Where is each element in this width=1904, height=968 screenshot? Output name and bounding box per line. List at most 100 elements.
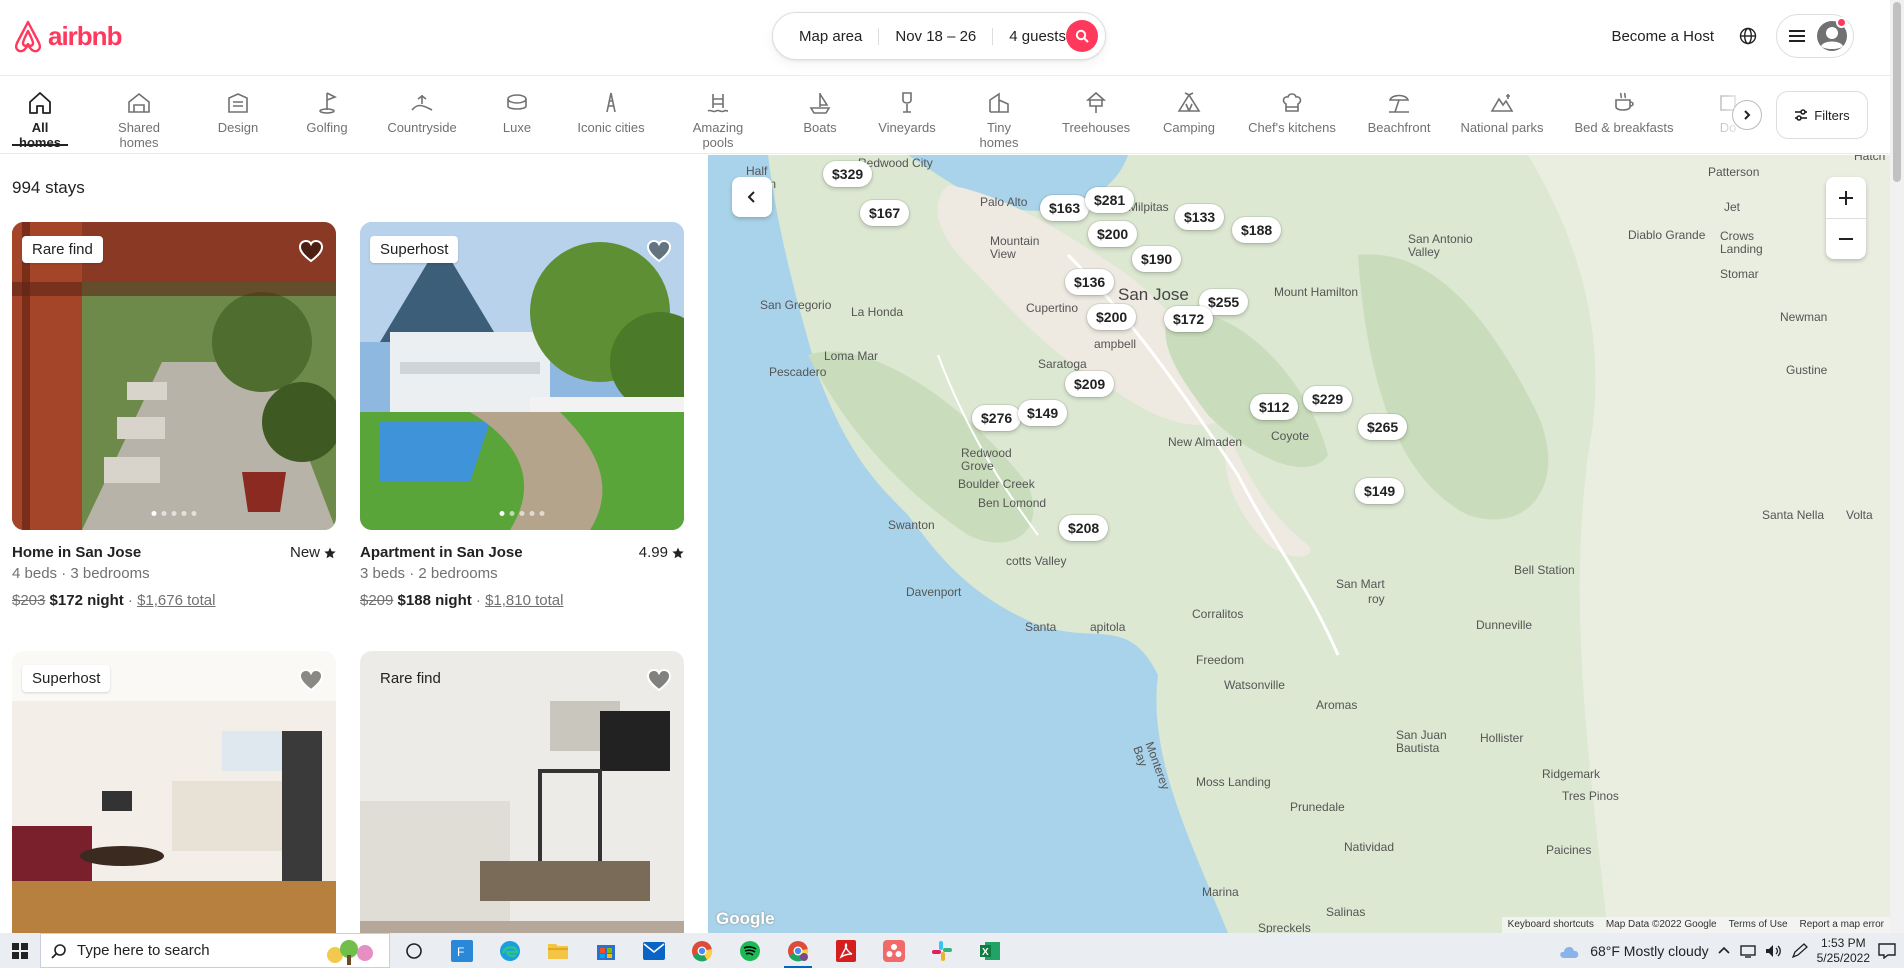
taskbar-files[interactable]: F bbox=[438, 933, 486, 968]
category-vineyards[interactable]: Vineyards bbox=[878, 90, 936, 154]
price-pin[interactable]: $276 bbox=[972, 405, 1022, 431]
price-pin[interactable]: $172 bbox=[1164, 306, 1214, 332]
heart-icon[interactable] bbox=[646, 667, 672, 693]
star-icon bbox=[672, 547, 684, 558]
report-error-link[interactable]: Report a map error bbox=[1800, 919, 1884, 931]
heart-icon[interactable] bbox=[298, 238, 324, 264]
page-scrollbar[interactable] bbox=[1890, 0, 1904, 940]
taskbar-edge[interactable] bbox=[486, 933, 534, 968]
category-bed-breakfasts[interactable]: Bed & breakfasts bbox=[1574, 90, 1674, 154]
taskbar-file-explorer[interactable] bbox=[534, 933, 582, 968]
category-iconic-cities[interactable]: Iconic cities bbox=[576, 90, 646, 154]
clock[interactable]: 1:53 PM 5/25/2022 bbox=[1817, 936, 1870, 966]
search-location[interactable]: Map area bbox=[783, 28, 878, 45]
header-actions: Become a Host bbox=[1597, 14, 1854, 58]
treehouse-icon bbox=[1085, 91, 1107, 113]
user-menu-button[interactable] bbox=[1776, 14, 1854, 58]
heart-icon[interactable] bbox=[646, 238, 672, 264]
terms-link[interactable]: Terms of Use bbox=[1729, 919, 1788, 931]
price-pin[interactable]: $133 bbox=[1175, 204, 1225, 230]
category-design[interactable]: Design bbox=[216, 90, 260, 154]
price-pin[interactable]: $281 bbox=[1085, 187, 1135, 213]
price-pin[interactable]: $136 bbox=[1065, 269, 1115, 295]
taskbar-mail[interactable] bbox=[630, 933, 678, 968]
map-label: Bell Station bbox=[1514, 563, 1575, 577]
taskbar-search[interactable]: Type here to search bbox=[40, 933, 390, 968]
taskbar-acrobat[interactable] bbox=[822, 933, 870, 968]
scrollbar-thumb[interactable] bbox=[1893, 2, 1901, 182]
price-pin[interactable]: $149 bbox=[1355, 478, 1405, 504]
total-price-link[interactable]: $1,676 total bbox=[137, 592, 215, 609]
taskbar-chrome[interactable] bbox=[678, 933, 726, 968]
total-price-link[interactable]: $1,810 total bbox=[485, 592, 563, 609]
map-label: Hollister bbox=[1480, 731, 1524, 745]
map-panel[interactable]: Redwood City Half Moon Bay Palo Alto Mil… bbox=[708, 155, 1890, 933]
listing-card[interactable]: Rare find bbox=[360, 651, 684, 933]
globe-icon bbox=[1739, 27, 1757, 45]
listing-card[interactable]: Superhost bbox=[12, 651, 336, 933]
category-all-homes[interactable]: All homes bbox=[12, 90, 68, 154]
category-golfing[interactable]: Golfing bbox=[304, 90, 350, 154]
taskbar-store[interactable] bbox=[582, 933, 630, 968]
price-pin[interactable]: $329 bbox=[823, 161, 873, 187]
chevron-up-icon[interactable] bbox=[1717, 944, 1731, 958]
start-button[interactable] bbox=[0, 933, 40, 968]
notifications-icon[interactable] bbox=[1878, 942, 1896, 959]
category-national-parks[interactable]: National parks bbox=[1460, 90, 1544, 154]
network-icon[interactable] bbox=[1739, 944, 1757, 958]
language-button[interactable] bbox=[1728, 16, 1768, 56]
search-dates[interactable]: Nov 18 – 26 bbox=[878, 27, 992, 45]
taskbar-chrome-profile[interactable] bbox=[774, 933, 822, 968]
filters-button[interactable]: Filters bbox=[1776, 91, 1868, 139]
category-chefs-kitchens[interactable]: Chef's kitchens bbox=[1248, 90, 1336, 154]
category-amazing-pools[interactable]: Amazing pools bbox=[676, 90, 760, 154]
zoom-in-button[interactable] bbox=[1826, 177, 1866, 218]
taskbar-slack[interactable] bbox=[918, 933, 966, 968]
map-label: Palo Alto bbox=[980, 195, 1028, 209]
airbnb-logo[interactable]: airbnb bbox=[12, 18, 122, 54]
category-next-button[interactable] bbox=[1732, 100, 1762, 130]
price-pin[interactable]: $229 bbox=[1303, 386, 1353, 412]
heart-icon[interactable] bbox=[298, 667, 324, 693]
price-pin[interactable]: $209 bbox=[1065, 371, 1115, 397]
price-pin[interactable]: $208 bbox=[1059, 515, 1109, 541]
weather-text[interactable]: 68°F Mostly cloudy bbox=[1590, 943, 1708, 959]
category-treehouses[interactable]: Treehouses bbox=[1062, 90, 1130, 154]
taskbar-excel[interactable]: X bbox=[966, 933, 1014, 968]
price-pin[interactable]: $190 bbox=[1132, 246, 1182, 272]
listing-photo[interactable]: Superhost bbox=[12, 651, 336, 933]
price-pin[interactable]: $149 bbox=[1018, 400, 1068, 426]
category-shared-homes[interactable]: Shared homes bbox=[98, 90, 180, 154]
price-pin[interactable]: $167 bbox=[860, 200, 910, 226]
listing-card[interactable]: Superhost Apartment in San Jose 4.99 3 b… bbox=[360, 222, 684, 609]
price-pin[interactable]: $163 bbox=[1040, 195, 1090, 221]
zoom-out-button[interactable] bbox=[1826, 218, 1866, 259]
price-pin[interactable]: $200 bbox=[1087, 304, 1137, 330]
keyboard-shortcuts-link[interactable]: Keyboard shortcuts bbox=[1508, 919, 1594, 931]
category-tiny-homes[interactable]: Tiny homes bbox=[966, 90, 1032, 154]
price-pin[interactable]: $200 bbox=[1088, 221, 1138, 247]
search-button[interactable] bbox=[1066, 20, 1098, 52]
category-beachfront[interactable]: Beachfront bbox=[1366, 90, 1432, 154]
become-host-link[interactable]: Become a Host bbox=[1597, 18, 1728, 55]
search-bar[interactable]: Map area Nov 18 – 26 4 guests bbox=[772, 12, 1106, 60]
taskbar-asana[interactable] bbox=[870, 933, 918, 968]
listing-card[interactable]: Rare find Home in San Jose New 4 beds · … bbox=[12, 222, 336, 609]
category-luxe[interactable]: Luxe bbox=[500, 90, 534, 154]
listing-photo[interactable]: Rare find bbox=[360, 651, 684, 933]
collapse-map-button[interactable] bbox=[732, 177, 772, 217]
price-pin[interactable]: $265 bbox=[1358, 414, 1408, 440]
files-app-icon: F bbox=[451, 939, 473, 962]
category-boats[interactable]: Boats bbox=[802, 90, 838, 154]
taskbar-task-view[interactable] bbox=[390, 933, 438, 968]
price-pin[interactable]: $112 bbox=[1250, 394, 1299, 420]
pen-icon[interactable] bbox=[1791, 942, 1809, 959]
volume-icon[interactable] bbox=[1765, 944, 1783, 958]
price-pin[interactable]: $188 bbox=[1232, 217, 1282, 243]
category-camping[interactable]: Camping bbox=[1162, 90, 1216, 154]
taskbar-spotify[interactable] bbox=[726, 933, 774, 968]
listing-photo[interactable]: Rare find bbox=[12, 222, 336, 530]
svg-text:F: F bbox=[457, 945, 464, 959]
listing-photo[interactable]: Superhost bbox=[360, 222, 684, 530]
category-countryside[interactable]: Countryside bbox=[386, 90, 458, 154]
